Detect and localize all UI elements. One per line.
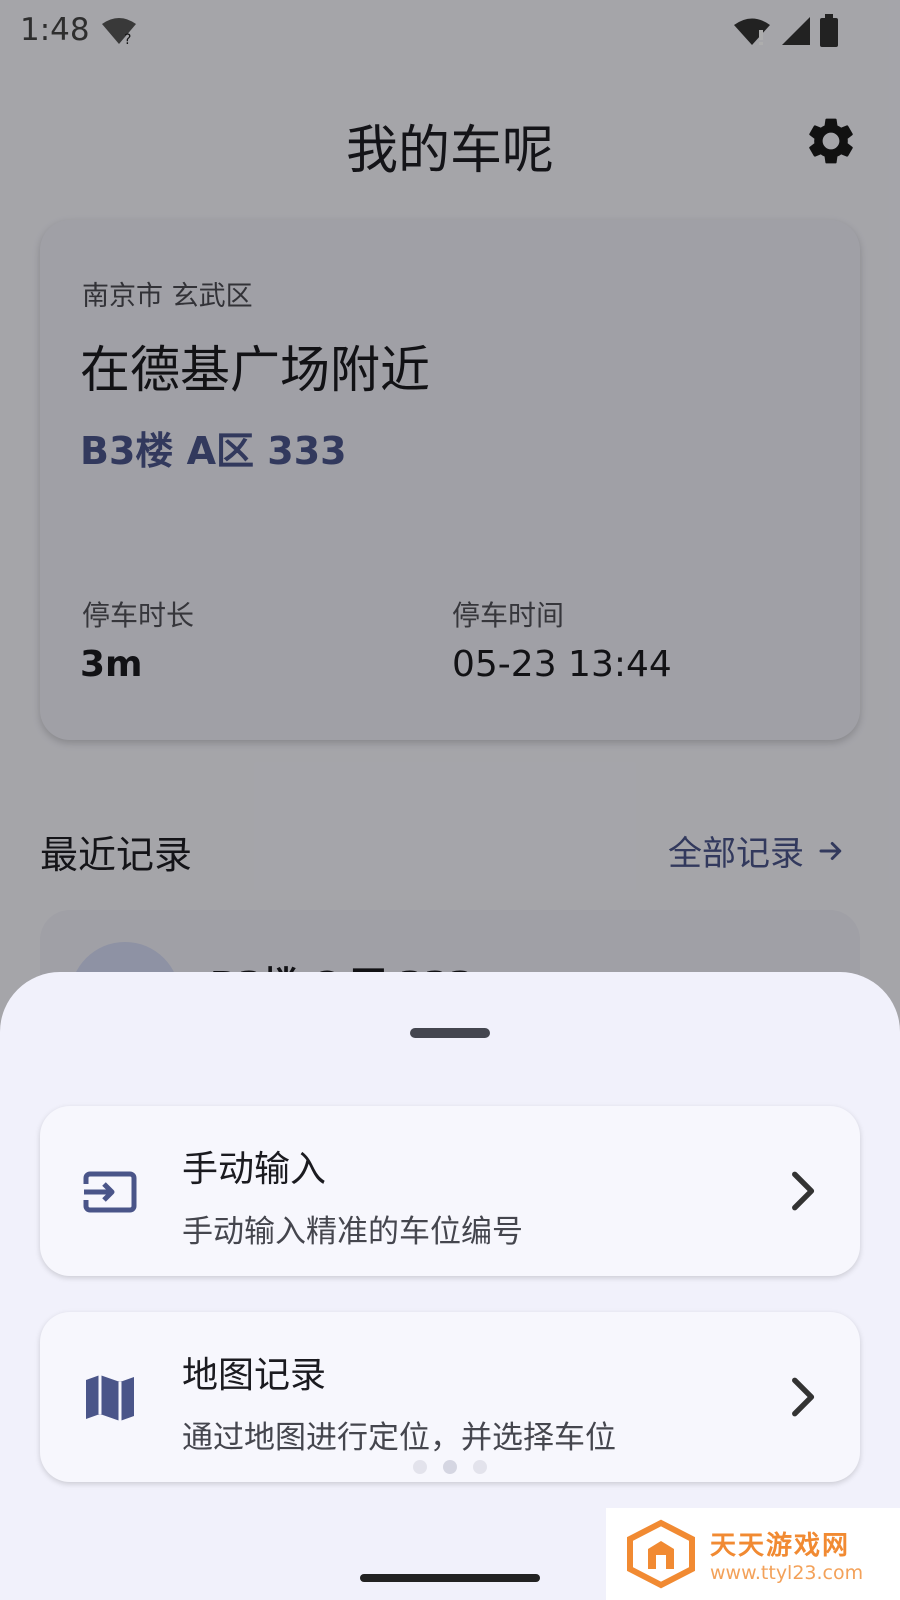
- map-icon: [86, 1375, 134, 1421]
- page-indicator: [0, 1460, 900, 1474]
- option-title: 手动输入: [182, 1149, 327, 1190]
- option-description: 通过地图进行定位，并选择车位: [182, 1420, 616, 1456]
- page-dot: [413, 1460, 427, 1474]
- watermark-url: www.ttyl23.com: [710, 1561, 864, 1584]
- chevron-right-icon: [792, 1171, 815, 1211]
- manual-input-option[interactable]: 手动输入 手动输入精准的车位编号: [40, 1106, 860, 1276]
- watermark-title: 天天游戏网: [710, 1530, 851, 1561]
- option-title: 地图记录: [182, 1355, 327, 1396]
- option-description: 手动输入精准的车位编号: [182, 1214, 523, 1250]
- chevron-right-icon: [792, 1377, 815, 1417]
- watermark: 天天游戏网 www.ttyl23.com: [606, 1508, 900, 1600]
- map-record-option[interactable]: 地图记录 通过地图进行定位，并选择车位: [40, 1312, 860, 1482]
- gesture-navigation-bar[interactable]: [360, 1574, 540, 1582]
- bottom-sheet: 手动输入 手动输入精准的车位编号 地图记录 通过地图进行定位，并选择车位: [0, 972, 900, 1600]
- page-dot-active: [443, 1460, 457, 1474]
- page-dot: [473, 1460, 487, 1474]
- input-icon: [82, 1171, 137, 1213]
- sheet-drag-handle[interactable]: [410, 1028, 490, 1038]
- watermark-logo-icon: [627, 1519, 695, 1589]
